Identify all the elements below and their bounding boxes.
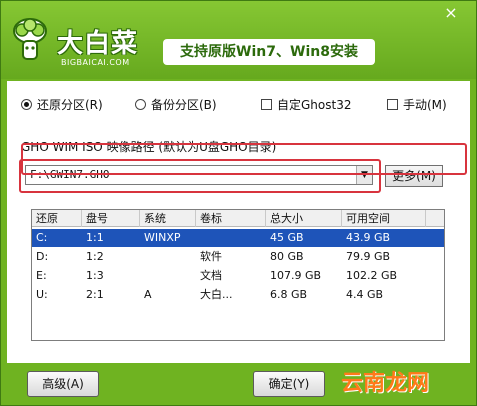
- watermark-text: 云南龙网: [341, 371, 430, 396]
- cell-drive: U:: [36, 288, 48, 301]
- close-button[interactable]: ×: [438, 3, 464, 23]
- cabbage-logo-icon: [13, 18, 47, 60]
- cell-free: 79.9 GB: [346, 250, 391, 263]
- cell-disk: 2:1: [86, 288, 104, 301]
- cell-total: 45 GB: [270, 231, 304, 244]
- col-free-space[interactable]: 可用空间: [342, 210, 426, 227]
- dropdown-arrow-icon[interactable]: ▼: [356, 166, 372, 184]
- table-row[interactable]: E: 1:3 文档 107.9 GB 102.2 GB: [32, 267, 444, 285]
- cell-free: 43.9 GB: [346, 231, 391, 244]
- col-restore[interactable]: 还原: [32, 210, 82, 227]
- cell-drive: D:: [36, 250, 49, 263]
- slogan-badge: 支持原版Win7、Win8安装: [163, 39, 375, 65]
- cell-system: WINXP: [144, 231, 181, 244]
- advanced-button[interactable]: 高级(A): [27, 371, 99, 397]
- cell-label: 软件: [200, 250, 222, 263]
- image-path-value: F:\GWIN7.GHO: [30, 168, 110, 181]
- more-button[interactable]: 更多(M): [385, 165, 443, 187]
- custom-ghost-label: 自定Ghost32: [277, 97, 352, 112]
- cell-total: 107.9 GB: [270, 269, 322, 282]
- image-path-combo[interactable]: F:\GWIN7.GHO ▼: [25, 165, 373, 185]
- cell-system: [140, 267, 196, 284]
- cell-total: 80 GB: [270, 250, 304, 263]
- image-path-label: GHO WIM ISO 映像路径 (默认为U盘GHO目录): [21, 140, 277, 154]
- brand-url: BIGBAICAI.COM: [61, 58, 130, 67]
- cell-free: 102.2 GB: [346, 269, 398, 282]
- backup-radio[interactable]: 备份分区(B): [135, 96, 217, 112]
- installer-window: 大白菜 BIGBAICAI.COM 支持原版Win7、Win8安装 × 还原分区…: [0, 0, 477, 406]
- custom-ghost-checkbox[interactable]: 自定Ghost32: [261, 96, 351, 112]
- cell-label: 大白...: [200, 288, 233, 301]
- cell-drive: C:: [36, 231, 48, 244]
- restore-label: 还原分区(R): [37, 97, 103, 112]
- ok-button[interactable]: 确定(Y): [253, 371, 325, 397]
- col-disk[interactable]: 盘号: [82, 210, 140, 227]
- cell-label: [196, 229, 266, 246]
- cell-disk: 1:3: [86, 269, 104, 282]
- col-total-size[interactable]: 总大小: [266, 210, 342, 227]
- table-header: 还原 盘号 系统 卷标 总大小 可用空间: [32, 210, 444, 227]
- cell-system: [140, 248, 196, 265]
- radio-unchecked-icon: [135, 98, 146, 110]
- restore-radio[interactable]: 还原分区(R): [21, 96, 103, 112]
- cell-free: 4.4 GB: [346, 288, 384, 301]
- header-bar: 大白菜 BIGBAICAI.COM 支持原版Win7、Win8安装 ×: [1, 1, 476, 79]
- col-label[interactable]: 卷标: [196, 210, 266, 227]
- cell-drive: E:: [36, 269, 47, 282]
- cell-disk: 1:1: [86, 231, 104, 244]
- radio-checked-icon: [21, 98, 32, 110]
- cell-label: 文档: [200, 269, 222, 282]
- manual-label: 手动(M): [403, 97, 447, 112]
- brand-name: 大白菜: [57, 29, 139, 55]
- table-row[interactable]: D: 1:2 软件 80 GB 79.9 GB: [32, 248, 444, 266]
- main-panel: 还原分区(R) 备份分区(B) 自定Ghost32 手动(M) GHO WIM …: [7, 81, 470, 363]
- partition-table: 还原 盘号 系统 卷标 总大小 可用空间 C: 1:1 WINXP 45 GB …: [31, 209, 445, 341]
- cell-disk: 1:2: [86, 250, 104, 263]
- col-system[interactable]: 系统: [140, 210, 196, 227]
- checkbox-icon: [261, 98, 272, 110]
- table-row[interactable]: U: 2:1 A 大白... 6.8 GB 4.4 GB: [32, 286, 444, 304]
- backup-label: 备份分区(B): [151, 97, 217, 112]
- cell-total: 6.8 GB: [270, 288, 308, 301]
- checkbox-icon: [387, 98, 398, 110]
- cell-system: A: [144, 288, 152, 301]
- manual-checkbox[interactable]: 手动(M): [387, 96, 447, 112]
- table-row[interactable]: C: 1:1 WINXP 45 GB 43.9 GB: [32, 229, 444, 247]
